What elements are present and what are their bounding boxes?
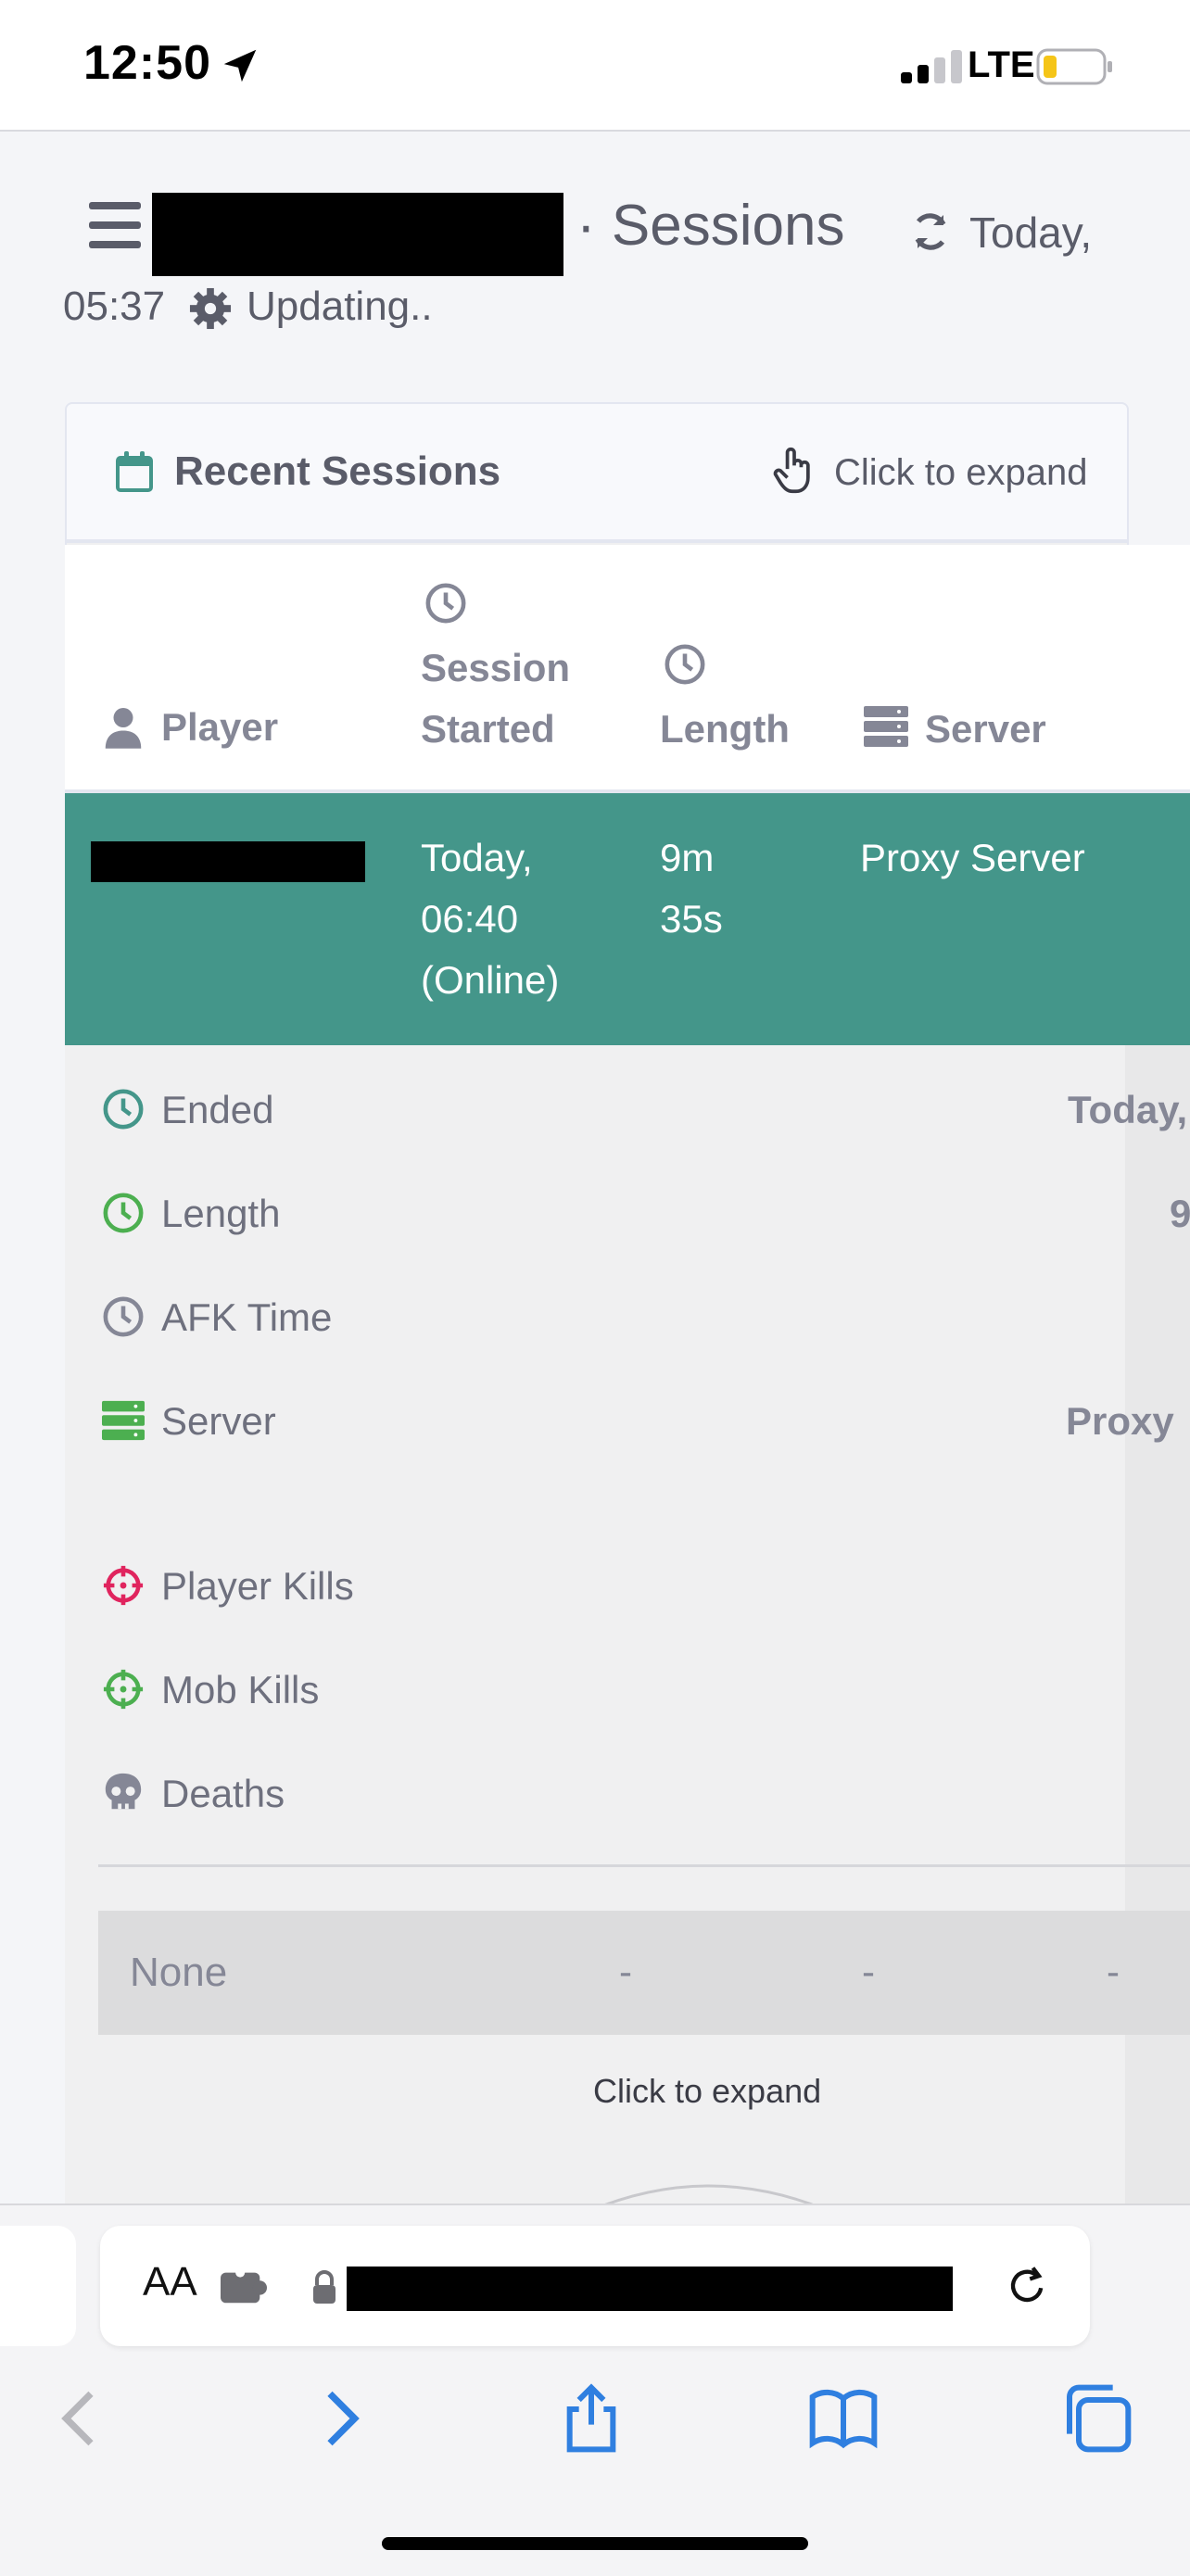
length-value: 9	[1170, 1192, 1190, 1235]
network-type: LTE	[968, 44, 1035, 85]
user-icon	[105, 708, 142, 749]
server-icon	[102, 1400, 145, 1441]
afk-time-label: AFK Time	[161, 1295, 333, 1339]
last-updated-time: 05:37	[63, 284, 166, 329]
server-label: Server	[161, 1399, 276, 1443]
text-size-label: AA	[143, 2259, 197, 2305]
player-kills-label: Player Kills	[161, 1564, 354, 1608]
card-header[interactable]: Recent Sessions Click to expand	[67, 404, 1127, 543]
redacted-server-name	[152, 193, 563, 276]
mob-kills-label: Mob Kills	[161, 1668, 320, 1711]
divider	[98, 1864, 1190, 1867]
calendar-icon	[116, 451, 153, 492]
skull-icon	[105, 1773, 142, 1810]
ended-value: Today,	[1068, 1088, 1188, 1131]
share-icon[interactable]	[554, 2381, 628, 2456]
header-length[interactable]: Length	[660, 699, 790, 760]
previous-tab-preview[interactable]	[0, 2226, 76, 2346]
expand-link[interactable]: Click to expand	[593, 2072, 821, 2111]
gear-icon	[189, 287, 232, 330]
sub-row-col2: -	[619, 1950, 632, 1993]
tabs-icon[interactable]	[1060, 2381, 1134, 2456]
forward-chevron-icon[interactable]	[302, 2381, 376, 2456]
back-chevron-icon[interactable]	[44, 2381, 119, 2456]
lock-icon	[313, 2270, 335, 2304]
page-title: · Sessions	[576, 194, 845, 258]
location-arrow-icon	[223, 49, 257, 82]
sub-row-col3: -	[862, 1950, 875, 1993]
crosshairs-icon	[103, 1669, 144, 1710]
sub-table-row[interactable]	[98, 1911, 1190, 2035]
bookmarks-book-icon[interactable]	[806, 2381, 880, 2456]
text-size-button[interactable]: AA	[143, 2259, 197, 2305]
card-title: Recent Sessions	[174, 448, 501, 494]
sub-row-name: None	[130, 1950, 228, 1995]
clock-icon	[103, 1089, 144, 1130]
session-length-1: 9m	[660, 836, 715, 879]
session-started-1: Today,	[421, 836, 533, 879]
status-bar: 12:50 LTE	[0, 0, 1190, 132]
clock-icon	[425, 583, 466, 624]
header-session-started-1[interactable]: Session	[421, 638, 570, 699]
sub-row-col4: -	[1107, 1950, 1120, 1993]
crosshairs-icon	[103, 1565, 144, 1606]
update-status: Updating..	[247, 284, 433, 329]
server-icon	[864, 706, 908, 747]
hamburger-menu-icon[interactable]	[89, 200, 141, 250]
session-server: Proxy Server	[860, 836, 1085, 879]
header-player[interactable]: Player	[161, 697, 278, 758]
reload-icon[interactable]	[1003, 2261, 1051, 2311]
hand-pointer-icon	[773, 447, 810, 494]
clock-icon	[103, 1296, 144, 1337]
home-indicator	[382, 2537, 808, 2550]
cellular-signal-icon	[901, 50, 962, 83]
clock-icon	[665, 644, 705, 685]
redacted-url	[347, 2267, 953, 2311]
session-started-2: 06:40	[421, 897, 519, 941]
redacted-player-name	[91, 841, 365, 882]
session-length-2: 35s	[660, 897, 723, 941]
status-time: 12:50	[83, 36, 211, 90]
session-started-3: (Online)	[421, 958, 560, 1002]
extension-puzzle-icon[interactable]	[221, 2268, 267, 2305]
ended-label: Ended	[161, 1088, 274, 1131]
server-value: Proxy	[1066, 1399, 1174, 1443]
length-label: Length	[161, 1192, 281, 1235]
battery-icon	[1036, 48, 1112, 85]
deaths-label: Deaths	[161, 1772, 285, 1815]
expand-link[interactable]: Click to expand	[834, 452, 1087, 494]
refresh-icon[interactable]	[908, 209, 953, 254]
last-updated-day: Today,	[969, 208, 1093, 257]
header-session-started-2[interactable]: Started	[421, 699, 555, 760]
clock-icon	[103, 1193, 144, 1233]
header-server[interactable]: Server	[925, 699, 1046, 760]
